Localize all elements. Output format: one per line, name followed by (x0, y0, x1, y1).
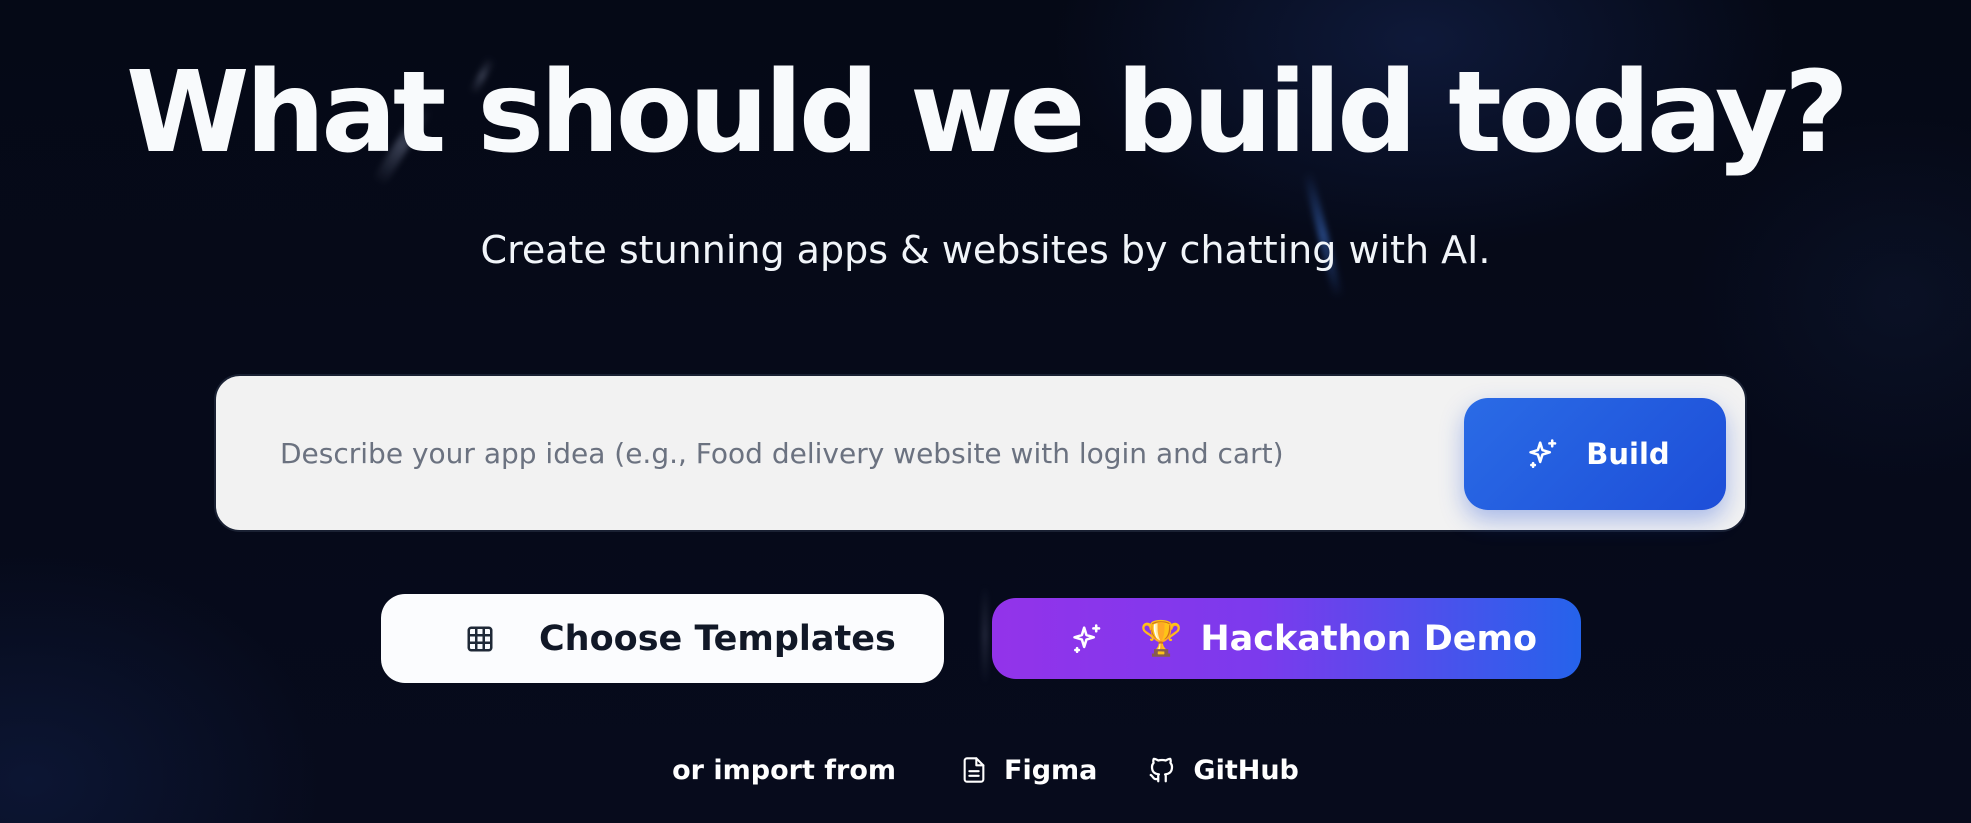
hero-subtitle: Create stunning apps & websites by chatt… (480, 228, 1491, 272)
import-label: or import from (672, 754, 897, 786)
hackathon-demo-button[interactable]: 🏆 Hackathon Demo (992, 598, 1581, 679)
grid-icon (465, 624, 495, 654)
choose-templates-label: Choose Templates (539, 618, 896, 659)
import-row: or import from Figma GitHub (0, 748, 1971, 792)
hero-title: What should we build today? (125, 48, 1849, 178)
sparkles-icon (1070, 622, 1104, 656)
github-icon (1147, 755, 1177, 785)
github-label: GitHub (1193, 754, 1299, 786)
file-icon (960, 755, 988, 785)
choose-templates-button[interactable]: Choose Templates (381, 594, 944, 683)
trophy-icon: 🏆 (1140, 618, 1183, 659)
hackathon-demo-label: Hackathon Demo (1200, 618, 1537, 659)
build-button[interactable]: Build (1464, 398, 1726, 510)
import-github-link[interactable]: GitHub (1147, 754, 1299, 786)
prompt-box: Build (214, 374, 1747, 532)
build-button-label: Build (1586, 437, 1670, 471)
background-light-streak (982, 585, 988, 685)
import-figma-link[interactable]: Figma (960, 755, 1097, 786)
figma-label: Figma (1004, 754, 1098, 786)
sparkles-icon (1526, 437, 1560, 471)
app-idea-input[interactable] (278, 426, 1440, 480)
